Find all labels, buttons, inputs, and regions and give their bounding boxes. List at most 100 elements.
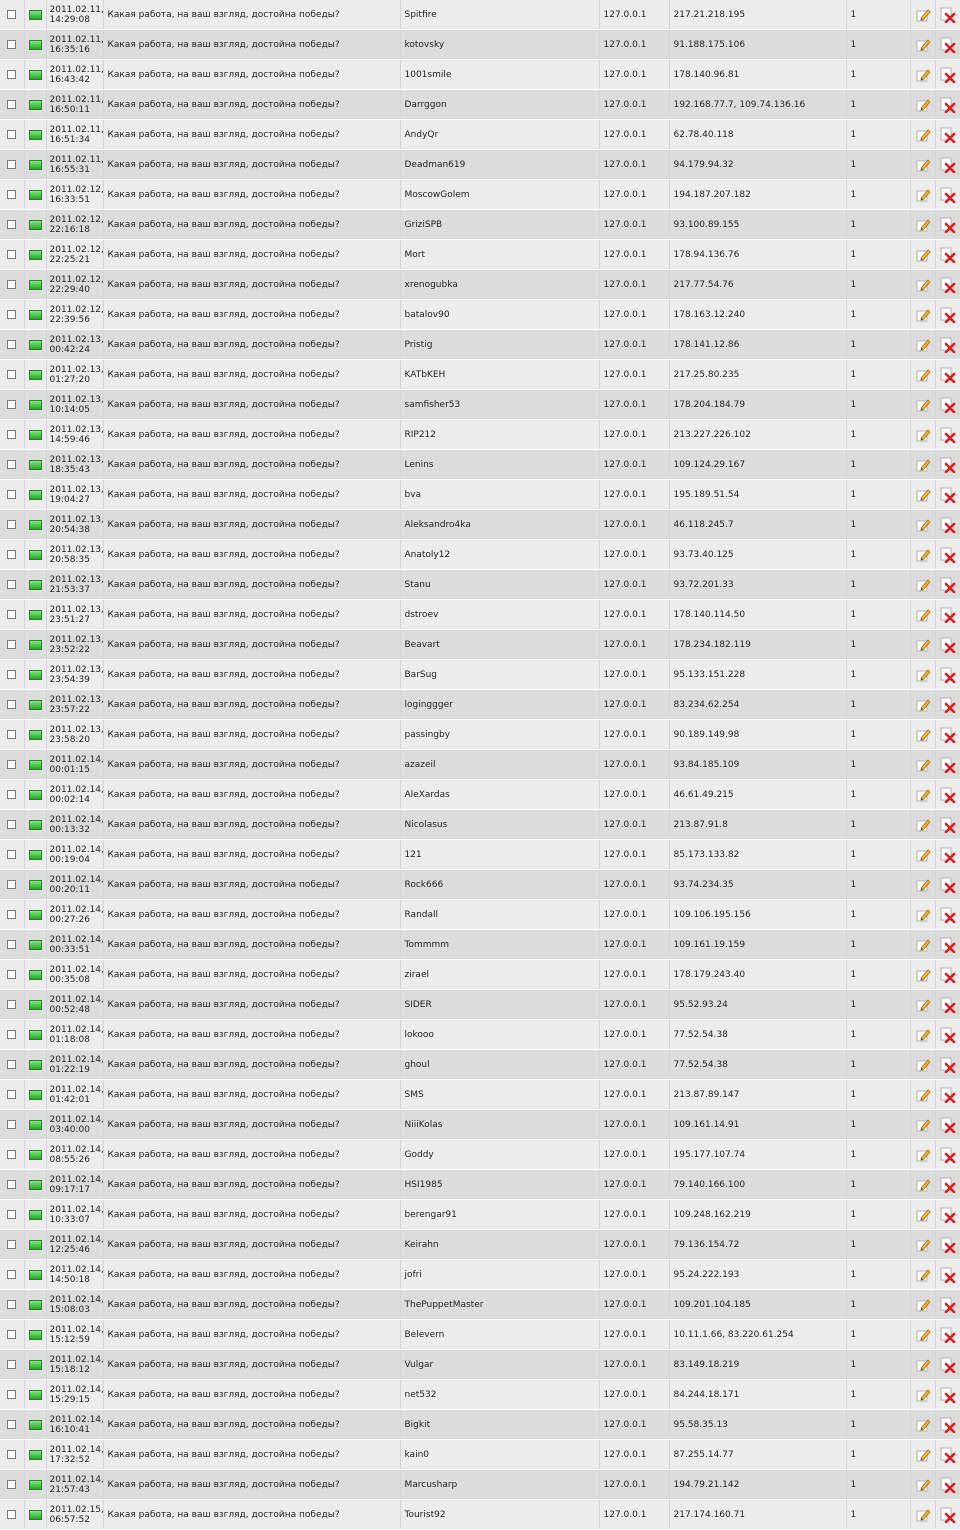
edit-pencil-icon[interactable]	[915, 1357, 931, 1373]
edit-pencil-icon[interactable]	[915, 487, 931, 503]
delete-x-icon[interactable]	[940, 547, 956, 563]
row-checkbox[interactable]	[7, 310, 17, 319]
row-checkbox[interactable]	[7, 610, 17, 619]
row-checkbox[interactable]	[7, 1180, 17, 1189]
edit-pencil-icon[interactable]	[915, 637, 931, 653]
delete-x-icon[interactable]	[940, 1237, 956, 1253]
edit-pencil-icon[interactable]	[915, 877, 931, 893]
row-checkbox[interactable]	[7, 190, 17, 199]
row-checkbox[interactable]	[7, 1210, 17, 1219]
delete-x-icon[interactable]	[940, 67, 956, 83]
delete-x-icon[interactable]	[940, 1057, 956, 1073]
delete-x-icon[interactable]	[940, 577, 956, 593]
delete-x-icon[interactable]	[940, 847, 956, 863]
edit-pencil-icon[interactable]	[915, 967, 931, 983]
delete-x-icon[interactable]	[940, 37, 956, 53]
edit-pencil-icon[interactable]	[915, 337, 931, 353]
delete-x-icon[interactable]	[940, 307, 956, 323]
edit-pencil-icon[interactable]	[915, 907, 931, 923]
edit-pencil-icon[interactable]	[915, 367, 931, 383]
delete-x-icon[interactable]	[940, 1147, 956, 1163]
delete-x-icon[interactable]	[940, 1357, 956, 1373]
row-checkbox[interactable]	[7, 250, 17, 259]
row-checkbox[interactable]	[7, 700, 17, 709]
delete-x-icon[interactable]	[940, 1267, 956, 1283]
row-checkbox[interactable]	[7, 1270, 17, 1279]
delete-x-icon[interactable]	[940, 517, 956, 533]
delete-x-icon[interactable]	[940, 697, 956, 713]
delete-x-icon[interactable]	[940, 937, 956, 953]
row-checkbox[interactable]	[7, 400, 17, 409]
edit-pencil-icon[interactable]	[915, 37, 931, 53]
row-checkbox[interactable]	[7, 1480, 17, 1489]
delete-x-icon[interactable]	[940, 907, 956, 923]
delete-x-icon[interactable]	[940, 1177, 956, 1193]
delete-x-icon[interactable]	[940, 1297, 956, 1313]
delete-x-icon[interactable]	[940, 247, 956, 263]
edit-pencil-icon[interactable]	[915, 1507, 931, 1523]
edit-pencil-icon[interactable]	[915, 97, 931, 113]
delete-x-icon[interactable]	[940, 337, 956, 353]
edit-pencil-icon[interactable]	[915, 1417, 931, 1433]
edit-pencil-icon[interactable]	[915, 1327, 931, 1343]
edit-pencil-icon[interactable]	[915, 217, 931, 233]
delete-x-icon[interactable]	[940, 397, 956, 413]
edit-pencil-icon[interactable]	[915, 1147, 931, 1163]
row-checkbox[interactable]	[7, 70, 17, 79]
row-checkbox[interactable]	[7, 1120, 17, 1129]
row-checkbox[interactable]	[7, 340, 17, 349]
row-checkbox[interactable]	[7, 1300, 17, 1309]
delete-x-icon[interactable]	[940, 127, 956, 143]
row-checkbox[interactable]	[7, 1060, 17, 1069]
edit-pencil-icon[interactable]	[915, 1117, 931, 1133]
row-checkbox[interactable]	[7, 730, 17, 739]
delete-x-icon[interactable]	[940, 457, 956, 473]
delete-x-icon[interactable]	[940, 1207, 956, 1223]
edit-pencil-icon[interactable]	[915, 277, 931, 293]
edit-pencil-icon[interactable]	[915, 817, 931, 833]
delete-x-icon[interactable]	[940, 967, 956, 983]
row-checkbox[interactable]	[7, 160, 17, 169]
delete-x-icon[interactable]	[940, 1387, 956, 1403]
row-checkbox[interactable]	[7, 670, 17, 679]
row-checkbox[interactable]	[7, 130, 17, 139]
edit-pencil-icon[interactable]	[915, 1177, 931, 1193]
edit-pencil-icon[interactable]	[915, 697, 931, 713]
edit-pencil-icon[interactable]	[915, 607, 931, 623]
edit-pencil-icon[interactable]	[915, 127, 931, 143]
row-checkbox[interactable]	[7, 550, 17, 559]
delete-x-icon[interactable]	[940, 877, 956, 893]
edit-pencil-icon[interactable]	[915, 307, 931, 323]
row-checkbox[interactable]	[7, 1450, 17, 1459]
edit-pencil-icon[interactable]	[915, 247, 931, 263]
edit-pencil-icon[interactable]	[915, 457, 931, 473]
edit-pencil-icon[interactable]	[915, 757, 931, 773]
edit-pencil-icon[interactable]	[915, 1207, 931, 1223]
edit-pencil-icon[interactable]	[915, 7, 931, 23]
delete-x-icon[interactable]	[940, 7, 956, 23]
delete-x-icon[interactable]	[940, 1447, 956, 1463]
edit-pencil-icon[interactable]	[915, 1087, 931, 1103]
row-checkbox[interactable]	[7, 100, 17, 109]
delete-x-icon[interactable]	[940, 1117, 956, 1133]
delete-x-icon[interactable]	[940, 487, 956, 503]
delete-x-icon[interactable]	[940, 1027, 956, 1043]
delete-x-icon[interactable]	[940, 667, 956, 683]
row-checkbox[interactable]	[7, 1240, 17, 1249]
row-checkbox[interactable]	[7, 880, 17, 889]
row-checkbox[interactable]	[7, 940, 17, 949]
delete-x-icon[interactable]	[940, 217, 956, 233]
row-checkbox[interactable]	[7, 1420, 17, 1429]
delete-x-icon[interactable]	[940, 1327, 956, 1343]
delete-x-icon[interactable]	[940, 1087, 956, 1103]
row-checkbox[interactable]	[7, 1510, 17, 1519]
edit-pencil-icon[interactable]	[915, 1477, 931, 1493]
edit-pencil-icon[interactable]	[915, 727, 931, 743]
row-checkbox[interactable]	[7, 580, 17, 589]
delete-x-icon[interactable]	[940, 757, 956, 773]
row-checkbox[interactable]	[7, 1150, 17, 1159]
delete-x-icon[interactable]	[940, 1477, 956, 1493]
row-checkbox[interactable]	[7, 220, 17, 229]
delete-x-icon[interactable]	[940, 1507, 956, 1523]
delete-x-icon[interactable]	[940, 277, 956, 293]
